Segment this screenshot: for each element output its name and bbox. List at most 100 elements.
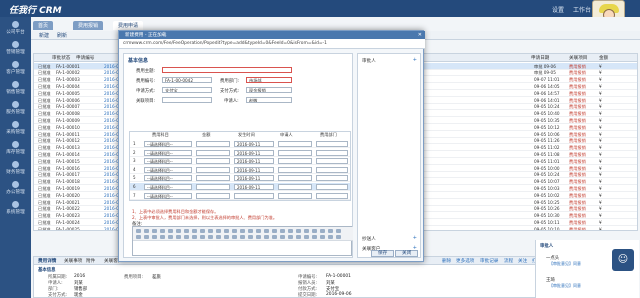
editor-tool-button[interactable]	[272, 235, 277, 239]
item-type-select[interactable]: --请选择科目--	[144, 184, 192, 190]
editor-tool-button[interactable]	[312, 229, 317, 233]
editor-tool-button[interactable]	[208, 235, 213, 239]
item-dept-input[interactable]	[316, 184, 348, 190]
chat-icon[interactable]: ☺	[612, 249, 634, 271]
editor-tool-button[interactable]	[288, 235, 293, 239]
sidebar-item-finance[interactable]: 财务管理	[0, 160, 31, 177]
item-row[interactable]: 3 --请选择科目-- 2016-09-11	[130, 157, 350, 166]
item-person-input[interactable]	[278, 175, 312, 182]
subject-input[interactable]	[162, 67, 292, 73]
editor-tool-button[interactable]	[152, 235, 157, 239]
new-button[interactable]: 新建	[39, 32, 49, 39]
editor-tool-button[interactable]	[216, 235, 221, 239]
item-type-select[interactable]: --请选择科目--	[144, 141, 192, 147]
editor-tool-button[interactable]	[328, 235, 333, 239]
editor-tool-button[interactable]	[240, 235, 245, 239]
editor-tool-button[interactable]	[184, 229, 189, 233]
editor-tool-button[interactable]	[328, 229, 333, 233]
item-date-input[interactable]: 2016-09-11	[234, 141, 274, 147]
sidebar-item-office[interactable]: 办公管理	[0, 180, 31, 197]
refresh-button[interactable]: 刷新	[57, 32, 67, 39]
apply-method-select[interactable]: 支付宝	[162, 87, 212, 93]
editor-tool-button[interactable]	[224, 229, 229, 233]
item-amount-input[interactable]	[196, 184, 230, 190]
save-button[interactable]: 保存	[371, 250, 395, 257]
pay-method-select[interactable]: 现金报销	[246, 87, 292, 93]
editor-tool-button[interactable]	[224, 235, 229, 239]
tab-fee-reimburse[interactable]: 费用报销	[73, 21, 104, 30]
editor-tool-button[interactable]	[160, 229, 165, 233]
editor-tool-button[interactable]	[336, 235, 341, 239]
close-button[interactable]: 关闭	[395, 250, 419, 257]
editor-tool-button[interactable]	[248, 229, 253, 233]
editor-tool-button[interactable]	[304, 229, 309, 233]
editor-tool-button[interactable]	[136, 235, 141, 239]
settings-link[interactable]: 设置	[552, 5, 564, 14]
col-no[interactable]: 申请编号	[76, 55, 94, 61]
item-amount-input[interactable]	[196, 149, 230, 156]
item-date-input[interactable]	[234, 192, 274, 199]
col-status[interactable]: 审批状态	[52, 55, 70, 61]
editor-tool-button[interactable]	[184, 235, 189, 239]
more-link[interactable]: 更多选项	[456, 258, 474, 264]
col-date[interactable]: 申请日期	[531, 55, 549, 61]
editor-tool-button[interactable]	[264, 235, 269, 239]
editor-tool-button[interactable]	[320, 235, 325, 239]
close-icon[interactable]: ✕	[418, 32, 422, 38]
editor-tool-button[interactable]	[240, 229, 245, 233]
editor-tool-button[interactable]	[264, 229, 269, 233]
item-amount-input[interactable]	[196, 166, 230, 173]
sidebar-item-purchase[interactable]: 采购管理	[0, 120, 31, 137]
follow-link[interactable]: 关注	[518, 258, 527, 264]
item-person-input[interactable]	[278, 192, 312, 199]
editor-tool-button[interactable]	[200, 229, 205, 233]
sidebar-item-sales[interactable]: 销售管理	[0, 80, 31, 97]
item-type-select[interactable]: --请选择科目--	[144, 166, 192, 173]
item-date-input[interactable]: 2016-09-11	[234, 166, 274, 173]
editor-tool-button[interactable]	[256, 229, 261, 233]
item-type-select[interactable]: --请选择科目--	[144, 175, 192, 182]
approval-record-link[interactable]: 审批记录	[480, 258, 498, 264]
add-cc-icon[interactable]: +	[413, 235, 417, 241]
item-amount-input[interactable]	[196, 192, 230, 199]
item-person-input[interactable]	[278, 184, 312, 190]
editor-tool-button[interactable]	[136, 229, 141, 233]
editor-tool-button[interactable]	[296, 235, 301, 239]
editor-tool-button[interactable]	[312, 235, 317, 239]
project-select[interactable]	[162, 97, 212, 103]
tab-attachments[interactable]: 附件	[86, 258, 95, 264]
editor-tool-button[interactable]	[144, 235, 149, 239]
tab-related[interactable]: 关联事项	[64, 258, 82, 264]
item-date-input[interactable]: 2016-09-11	[234, 158, 274, 165]
workbench-link[interactable]: 工作台	[573, 5, 591, 14]
applicant-select[interactable]: 赵敏	[246, 97, 292, 103]
editor-tool-button[interactable]	[176, 229, 181, 233]
app-logo[interactable]: 任我行 CRM	[9, 3, 62, 16]
item-date-input[interactable]: 2016-09-11	[234, 175, 274, 182]
editor-tool-button[interactable]	[144, 229, 149, 233]
editor-tool-button[interactable]	[192, 235, 197, 239]
item-dept-input[interactable]	[316, 158, 348, 165]
editor-tool-button[interactable]	[160, 235, 165, 239]
item-date-input[interactable]: 2016-09-11	[234, 149, 274, 156]
item-person-input[interactable]	[278, 158, 312, 165]
editor-tool-button[interactable]	[168, 229, 173, 233]
editor-tool-button[interactable]	[192, 229, 197, 233]
editor-tool-button[interactable]	[336, 229, 341, 233]
item-dept-input[interactable]	[316, 166, 348, 173]
editor-tool-button[interactable]	[232, 229, 237, 233]
item-person-input[interactable]	[278, 141, 312, 147]
tab-fee-apply[interactable]: 费用申请	[113, 21, 144, 30]
tab-fee-detail[interactable]: 费用详情	[38, 258, 56, 264]
sidebar-item-customers[interactable]: 客户管理	[0, 60, 31, 77]
editor-tool-button[interactable]	[272, 229, 277, 233]
col-project[interactable]: 关联项目	[569, 55, 587, 61]
editor-tool-button[interactable]	[280, 229, 285, 233]
tab-home[interactable]: 首页	[33, 21, 54, 30]
fee-no-input[interactable]: FA-1-00-0042	[162, 77, 212, 83]
item-row[interactable]: 5 --请选择科目-- 2016-09-11	[130, 174, 350, 183]
item-row[interactable]: 6 --请选择科目-- 2016-09-11	[130, 183, 350, 191]
item-amount-input[interactable]	[196, 141, 230, 147]
item-dept-input[interactable]	[316, 192, 348, 199]
item-person-input[interactable]	[278, 149, 312, 156]
